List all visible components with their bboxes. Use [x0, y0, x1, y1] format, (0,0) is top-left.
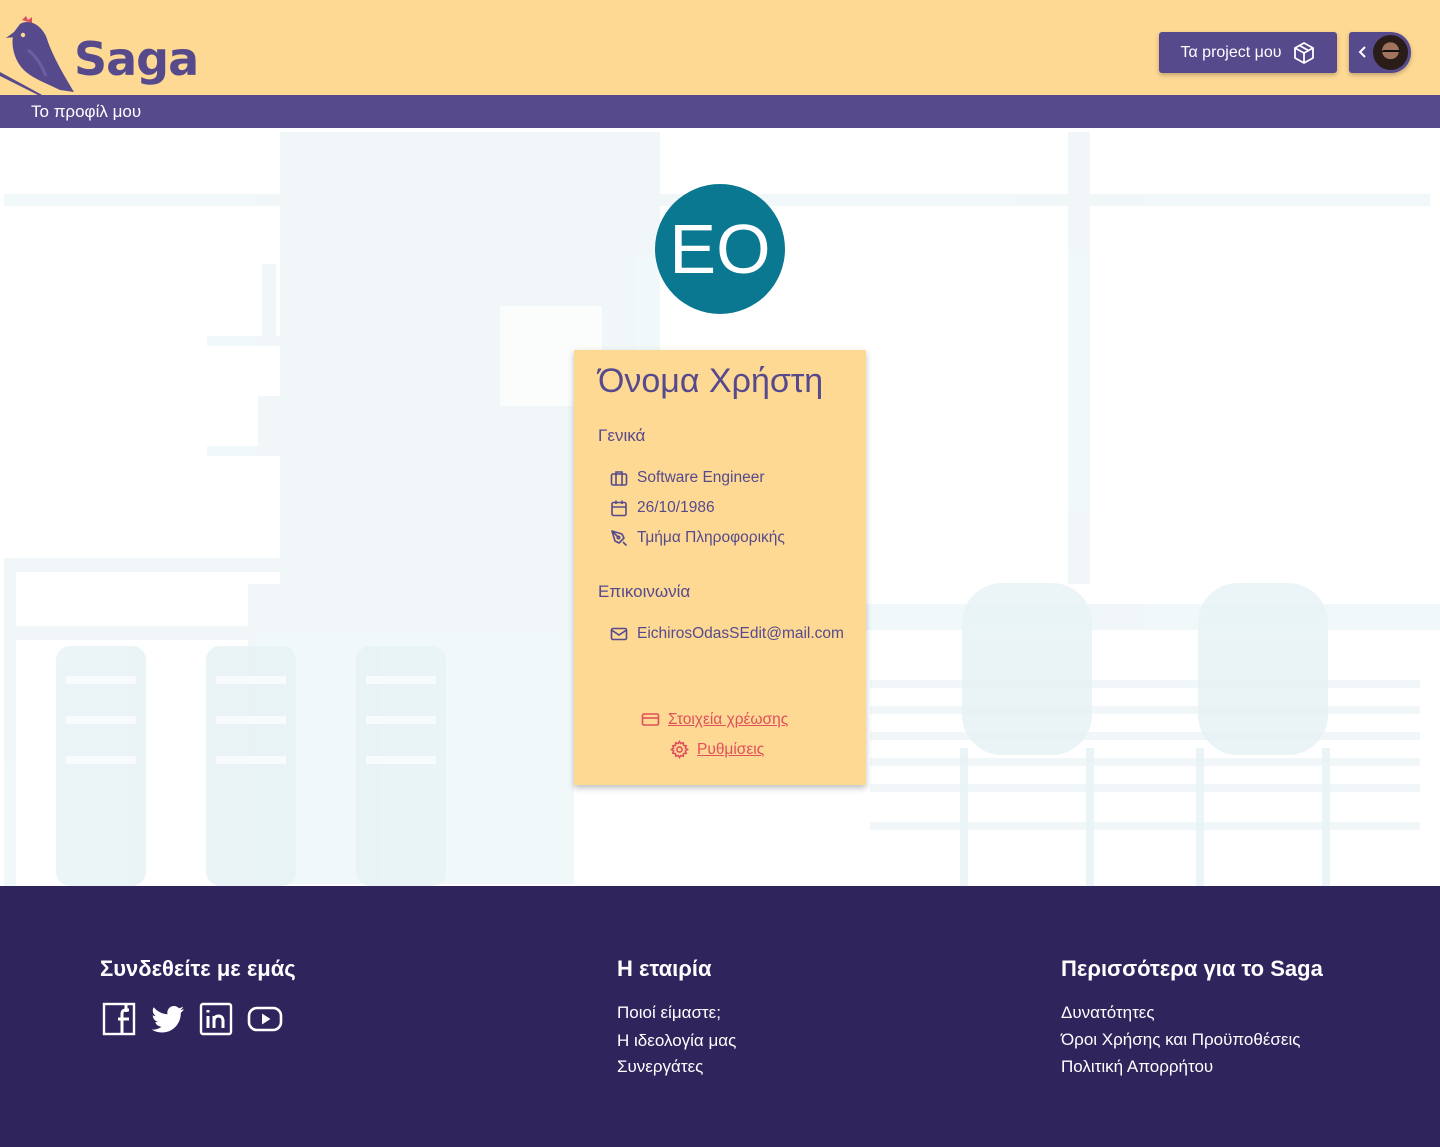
department-row: Τμήμα Πληροφορικής [610, 528, 785, 548]
billing-info-link[interactable]: Στοιχεία χρέωσης [641, 710, 788, 729]
settings-link[interactable]: Ρυθμίσεις [670, 740, 764, 759]
birthdate-row: 26/10/1986 [610, 498, 715, 518]
facebook-link[interactable] [100, 1000, 138, 1038]
job-title: Software Engineer [637, 469, 765, 486]
mail-icon [610, 627, 628, 641]
connect-heading: Συνδεθείτε με εμάς [100, 956, 296, 981]
credit-card-icon [641, 713, 660, 726]
billing-info-label: Στοιχεία χρέωσης [668, 710, 789, 728]
account-menu-button[interactable] [1349, 32, 1411, 73]
my-projects-label: Τα project μου [1180, 43, 1282, 61]
youtube-link[interactable] [246, 1000, 284, 1038]
email-value: EichirosOdasSEdit@mail.com [637, 625, 844, 642]
contact-section-title: Επικοινωνία [598, 582, 691, 601]
profile-initials-avatar: EO [655, 184, 785, 314]
page-title: Το προφίλ μου [31, 102, 142, 121]
linkedin-icon [199, 1002, 233, 1036]
department-value: Τμήμα Πληροφορικής [637, 529, 785, 546]
bird-logo-icon [0, 16, 74, 96]
footer-link-terms[interactable]: Όροι Χρήσης και Προϋποθέσεις [1061, 1030, 1300, 1050]
user-avatar [1371, 33, 1410, 72]
page-title-bar: Το προφίλ μου [0, 95, 1440, 128]
briefcase-icon [610, 471, 628, 486]
brand-name: Saga [74, 32, 199, 86]
site-footer: Συνδεθείτε με εμάς Η εταιρία Ποιοί είμασ… [0, 886, 1440, 1147]
saga-logo[interactable]: Saga [0, 14, 200, 96]
calendar-icon [611, 500, 627, 517]
box-icon [1293, 41, 1314, 64]
pen-tool-icon [611, 530, 628, 547]
footer-link-who-we-are[interactable]: Ποιοί είμαστε; [617, 1003, 721, 1023]
footer-link-privacy[interactable]: Πολιτική Απορρήτου [1061, 1057, 1213, 1077]
facebook-icon [102, 1002, 136, 1036]
footer-link-partners[interactable]: Συνεργάτες [617, 1057, 703, 1077]
twitter-link[interactable] [149, 1000, 187, 1038]
youtube-icon [247, 1006, 283, 1032]
footer-link-features[interactable]: Δυνατότητες [1061, 1003, 1155, 1023]
chevron-left-icon [1358, 46, 1366, 58]
company-heading: Η εταιρία [617, 956, 712, 981]
birthdate-value: 26/10/1986 [637, 499, 715, 516]
user-name: Όνομα Χρήστη [598, 362, 824, 400]
gear-icon [670, 740, 689, 759]
settings-label: Ρυθμίσεις [697, 740, 765, 758]
profile-card: Όνομα Χρήστη Γενικά Software Engineer 26… [574, 350, 866, 785]
top-header: Saga Τα project μου [0, 0, 1440, 96]
general-section-title: Γενικά [598, 426, 646, 445]
more-heading: Περισσότερα για το Saga [1061, 956, 1323, 981]
linkedin-link[interactable] [197, 1000, 235, 1038]
profile-main: EO Όνομα Χρήστη Γενικά Software Engineer… [0, 128, 1440, 886]
my-projects-button[interactable]: Τα project μου [1159, 32, 1337, 73]
twitter-icon [151, 1006, 184, 1033]
footer-link-ideology[interactable]: Η ιδεολογία μας [617, 1031, 736, 1051]
email-row: EichirosOdasSEdit@mail.com [610, 624, 844, 644]
job-row: Software Engineer [610, 468, 765, 488]
